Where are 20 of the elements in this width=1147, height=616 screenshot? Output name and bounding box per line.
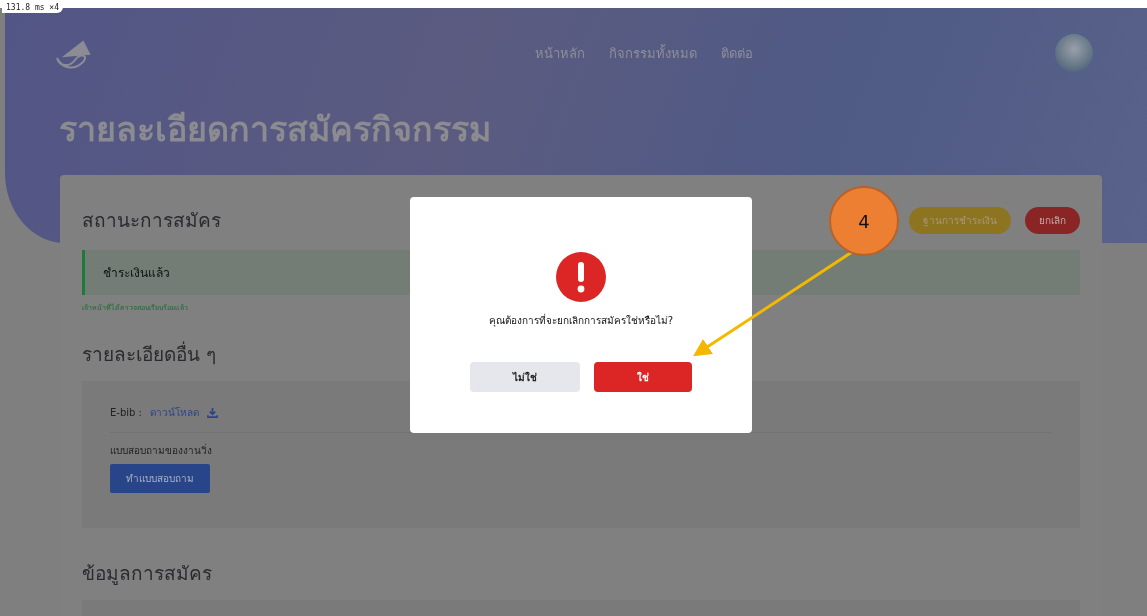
timing-badge: 131.8 ms ×4 (2, 2, 63, 13)
warning-icon (556, 252, 606, 302)
survey-label: แบบสอบถามของงานวิ่ง (110, 443, 212, 458)
section-heading: ข้อมูลการสมัคร (82, 561, 213, 587)
nav-link[interactable]: กิจกรรมทั้งหมด (609, 42, 697, 64)
payment-proof-button[interactable]: ฐานการชำระเงิน (909, 206, 1011, 234)
download-icon (206, 407, 218, 418)
confirm-button[interactable]: ใช่ (594, 362, 692, 392)
page-title: รายละเอียดการสมัครกิจกรรม (59, 108, 492, 151)
section-heading: สถานะการสมัคร (82, 208, 221, 233)
decline-button[interactable]: ไม่ใช่ (470, 362, 580, 392)
user-avatar[interactable] (1055, 34, 1093, 72)
nav-link[interactable]: ติดต่อ (721, 42, 753, 64)
dialog-message: คุณต้องการที่จะยกเลิกการสมัครใช่หรือไม่? (488, 313, 674, 328)
section-heading: รายละเอียดอื่น ๆ (82, 340, 218, 367)
status-text: ชำระเงินแล้ว (103, 265, 170, 282)
download-link[interactable]: ดาวน์โหลด (149, 405, 199, 420)
ebib-label: E-bib : (110, 407, 142, 418)
survey-button[interactable]: ทำแบบสอบถาม (110, 464, 210, 493)
cancel-button[interactable]: ยกเลิก (1025, 206, 1080, 234)
